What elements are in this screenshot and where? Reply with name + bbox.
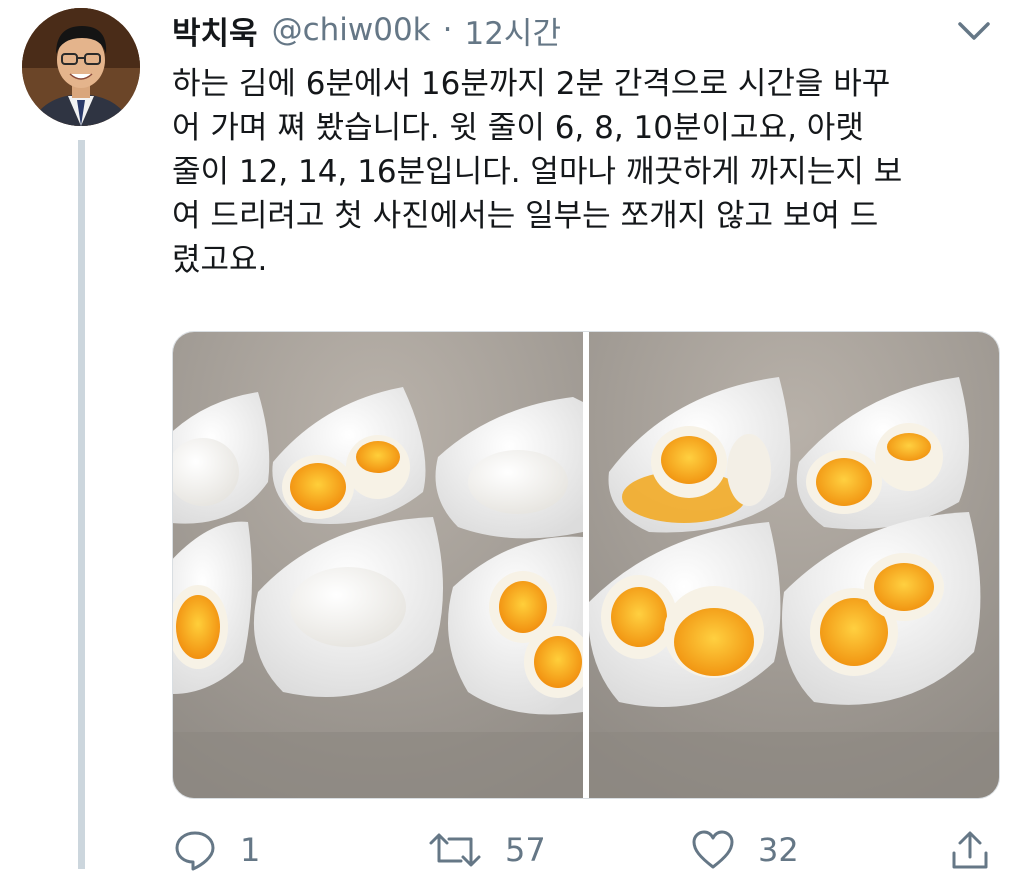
retweet-button[interactable]: 57: [427, 822, 546, 878]
separator-dot: ·: [442, 12, 453, 48]
reply-button[interactable]: 1: [172, 822, 260, 878]
chevron-down-icon: [958, 22, 990, 40]
egg-photo-image: [173, 332, 592, 798]
retweet-icon: [429, 833, 481, 867]
share-icon: [952, 831, 988, 869]
photo-right[interactable]: [588, 332, 999, 798]
tweet[interactable]: 박치욱 @chiw00k · 12시간 하는 김에 6분에서 16분까지 2분 …: [0, 0, 1024, 871]
like-count: 32: [758, 831, 799, 869]
user-handle[interactable]: @chiw00k: [272, 12, 431, 48]
avatar-image: [22, 8, 140, 126]
like-button[interactable]: 32: [690, 822, 799, 878]
share-button[interactable]: [948, 822, 992, 878]
avatar[interactable]: [22, 8, 140, 126]
reply-count: 1: [240, 831, 261, 869]
reply-icon: [175, 831, 215, 871]
heart-icon: [692, 830, 734, 869]
egg-photo-image: [588, 332, 999, 798]
timestamp[interactable]: 12시간: [464, 8, 561, 53]
display-name[interactable]: 박치욱: [172, 8, 258, 53]
tweet-actions: 1 57 32: [172, 822, 1002, 878]
photo-left[interactable]: [173, 332, 592, 798]
thread-line: [78, 140, 85, 869]
tweet-header: 박치욱 @chiw00k · 12시간: [172, 6, 561, 54]
tweet-text: 하는 김에 6분에서 16분까지 2분 간격으로 시간을 바꾸 어 가며 쪄 봤…: [172, 66, 903, 278]
more-options-button[interactable]: [952, 16, 996, 46]
retweet-count: 57: [505, 831, 546, 869]
tweet-media[interactable]: [172, 331, 1000, 799]
